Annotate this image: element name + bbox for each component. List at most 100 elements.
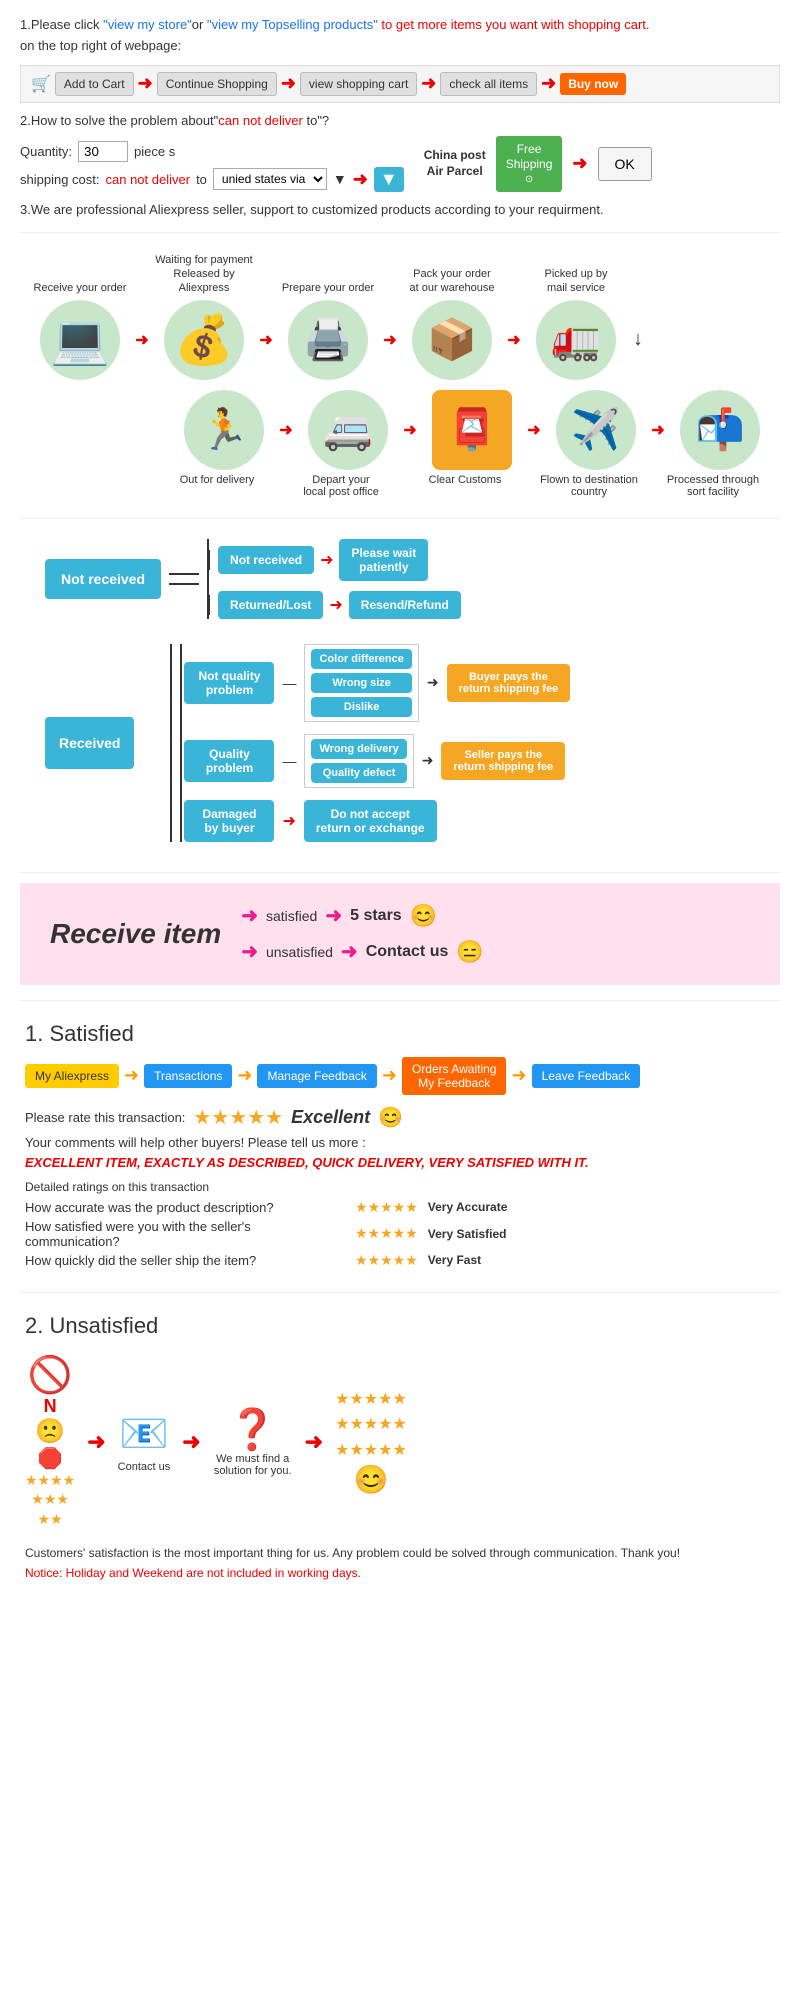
process-flow: Receive your order Waiting for paymentRe… xyxy=(20,243,780,508)
buy-now-btn[interactable]: Buy now xyxy=(560,73,626,95)
satisfied-section: 1. Satisfied My Aliexpress ➜ Transaction… xyxy=(20,1016,780,1277)
nav-my-aliexpress[interactable]: My Aliexpress xyxy=(25,1064,119,1088)
notice-text: Customers' satisfaction is the most impo… xyxy=(25,1544,775,1562)
unsat-step-4: ★★★★★★★★★★★★★★★ 😊 xyxy=(335,1387,407,1497)
quality-defect: Quality defect xyxy=(311,763,406,783)
help-text: Your comments will help other buyers! Pl… xyxy=(25,1135,775,1150)
view-cart-btn[interactable]: view shopping cart xyxy=(300,72,417,96)
wrong-delivery: Wrong delivery xyxy=(311,739,406,759)
arrow-2: ➜ xyxy=(281,73,296,94)
flow-icon-customs: 📮 xyxy=(417,390,527,470)
color-difference: Color difference xyxy=(311,649,411,669)
arrow-nqp: — xyxy=(282,675,296,691)
detailed-label: Detailed ratings on this transaction xyxy=(25,1180,775,1194)
ok-button[interactable]: OK xyxy=(598,147,652,181)
flow-icon-prepare: 🖨️ xyxy=(273,300,383,380)
unsat-arrow-3: ➜ xyxy=(305,1429,323,1455)
five-stars-text: 5 stars xyxy=(350,907,402,925)
free-shipping-badge: Free Shipping ⊙ xyxy=(496,136,563,192)
to-text: to xyxy=(196,172,207,187)
section-2: 2.How to solve the problem about"can not… xyxy=(20,113,780,192)
resend-refund: Resend/Refund xyxy=(349,591,461,619)
arrow-nr: ➜ xyxy=(320,550,333,570)
rating-s3: ★★★★★ xyxy=(355,1252,418,1269)
qty-input[interactable] xyxy=(78,141,128,162)
seller-pays: Seller pays thereturn shipping fee xyxy=(441,742,565,780)
unsatisfied-condition: unsatisfied xyxy=(266,944,333,960)
cart-icon: 🛒 xyxy=(31,74,51,94)
dropdown-arrow1[interactable]: ▼ xyxy=(333,171,347,187)
flow-icon-receive: 💻 xyxy=(25,300,135,380)
arrow-1: ➜ xyxy=(138,73,153,94)
contact-label: Contact us xyxy=(118,1461,171,1473)
qty-label: Quantity: xyxy=(20,144,72,159)
unsatisfied-title: 2. Unsatisfied xyxy=(25,1313,775,1339)
unsat-arrow-2: ➜ xyxy=(182,1429,200,1455)
quality-problem: Qualityproblem xyxy=(184,740,274,782)
nav-leave-feedback[interactable]: Leave Feedback xyxy=(532,1064,641,1088)
excellent-emoji: 😊 xyxy=(378,1105,403,1130)
no-return: Do not acceptreturn or exchange xyxy=(304,800,437,842)
rating-t1: Very Accurate xyxy=(428,1200,508,1214)
issue-diagram: Not received Not received ➜ Please waitp… xyxy=(20,529,780,852)
piece-label: piece s xyxy=(134,144,175,159)
neutral-emoji: 😑 xyxy=(456,939,483,965)
section1-intro: 1.Please click "view my store"or "view m… xyxy=(20,15,780,36)
arrow-ok: ➜ xyxy=(572,153,587,174)
find-solution: We must find a solution for you. xyxy=(213,1453,293,1477)
qty-row: Quantity: piece s xyxy=(20,141,404,162)
nav-arrow-3: ➜ xyxy=(382,1065,397,1086)
rating-s2: ★★★★★ xyxy=(355,1225,418,1242)
nav-transactions[interactable]: Transactions xyxy=(144,1064,232,1088)
check-items-btn[interactable]: check all items xyxy=(440,72,537,96)
view-topselling-link[interactable]: "view my Topselling products" xyxy=(207,17,378,32)
review-text: EXCELLENT ITEM, EXACTLY AS DESCRIBED, QU… xyxy=(25,1155,775,1170)
arrow-contact: ➜ xyxy=(341,939,358,964)
section-1: 1.Please click "view my store"or "view m… xyxy=(20,15,780,103)
nav-orders-awaiting[interactable]: Orders AwaitingMy Feedback xyxy=(402,1057,507,1095)
excellent-label: Excellent xyxy=(291,1107,370,1128)
satisfied-condition: satisfied xyxy=(266,908,317,924)
buyer-pays: Buyer pays thereturn shipping fee xyxy=(447,664,571,702)
rating-row-1: How accurate was the product description… xyxy=(25,1199,775,1216)
flow-icon-pack: 📦 xyxy=(397,300,507,380)
wait-patiently: Please waitpatiently xyxy=(339,539,428,581)
receive-item-section: Receive item ➜ satisfied ➜ 5 stars 😊 ➜ u… xyxy=(20,883,780,985)
unsat-step-1: 🚫 N 🙁 🛑 ★★★★★★★★★ xyxy=(25,1354,75,1530)
unsat-arrow-1: ➜ xyxy=(87,1429,105,1455)
section-3: 3.We are professional Aliexpress seller,… xyxy=(20,202,780,217)
arrow-dbb: ➜ xyxy=(282,811,295,831)
shopping-steps: 🛒 Add to Cart ➜ Continue Shopping ➜ view… xyxy=(20,65,780,103)
arrow-seller: ➜ xyxy=(422,752,434,769)
add-to-cart-btn[interactable]: Add to Cart xyxy=(55,72,134,96)
flow-icon-pickup: 🚛 xyxy=(521,300,631,380)
nav-manage-feedback[interactable]: Manage Feedback xyxy=(257,1064,376,1088)
china-post-label: China post Air Parcel xyxy=(424,148,486,179)
dislike: Dislike xyxy=(311,697,411,717)
holiday-notice: Notice: Holiday and Weekend are not incl… xyxy=(25,1566,775,1580)
contact-us-text: Contact us xyxy=(366,943,449,961)
continue-shopping-btn[interactable]: Continue Shopping xyxy=(157,72,277,96)
rating-t3: Very Fast xyxy=(428,1253,481,1267)
arrow-shipping: ➜ xyxy=(353,169,368,190)
not-quality-problem: Not qualityproblem xyxy=(184,662,274,704)
country-select[interactable]: unied states via xyxy=(213,168,327,190)
flow-icon-flown: ✈️ xyxy=(541,390,651,470)
unsat-step-3: ❓ We must find a solution for you. xyxy=(213,1406,293,1477)
view-store-link[interactable]: "view my store" xyxy=(103,17,192,32)
detailed-ratings: Detailed ratings on this transaction How… xyxy=(25,1180,775,1269)
arrow-qp: — xyxy=(282,753,296,769)
arrow-rl: ➜ xyxy=(329,595,342,615)
rating-q2: How satisfied were you with the seller's… xyxy=(25,1219,345,1249)
unsat-flow: 🚫 N 🙁 🛑 ★★★★★★★★★ ➜ 📧 Contact us ➜ ❓ We … xyxy=(25,1354,775,1530)
dropdown-arrow2[interactable]: ▼ xyxy=(374,167,404,192)
section3-text: 3.We are professional Aliexpress seller,… xyxy=(20,202,780,217)
satisfied-title: 1. Satisfied xyxy=(25,1021,775,1047)
section2-title: 2.How to solve the problem about"can not… xyxy=(20,113,780,128)
not-received-main: Not received xyxy=(45,559,161,599)
nav-arrow-4: ➜ xyxy=(511,1065,526,1086)
returned-lost: Returned/Lost xyxy=(218,591,323,619)
rating-row-2: How satisfied were you with the seller's… xyxy=(25,1219,775,1249)
not-received-sub: Not received xyxy=(218,546,314,574)
flow-icon-depart: 🚐 xyxy=(293,390,403,470)
